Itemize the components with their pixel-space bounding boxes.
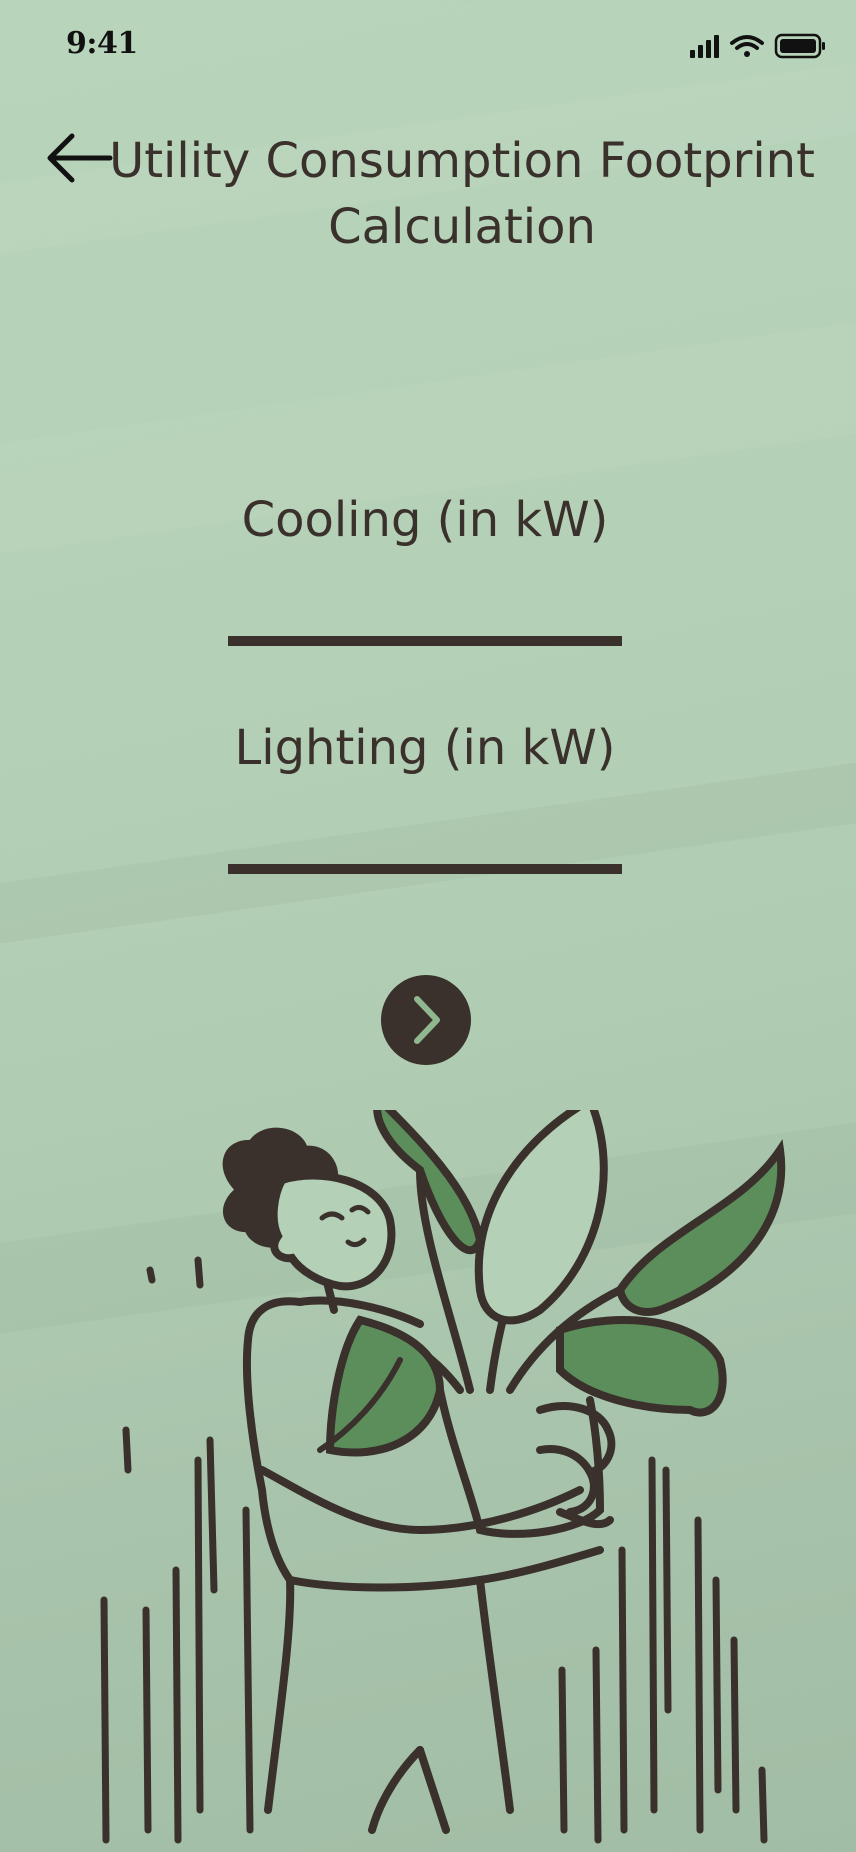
lighting-label: Lighting (in kW) [234,720,616,776]
next-button[interactable] [381,975,471,1065]
status-bar: 9:41 [0,0,856,96]
page-title: Utility Consumption Footprint Calculatio… [109,133,815,255]
status-time: 9:41 [66,26,138,61]
person-holding-plant-illustration [100,1110,786,1844]
cooling-input[interactable] [228,590,622,646]
chevron-right-icon [414,996,440,1044]
cooling-label: Cooling (in kW) [241,492,609,548]
wifi-icon [730,35,764,57]
status-icons [690,33,825,59]
signal-icon [690,35,719,58]
lighting-input[interactable] [228,818,622,874]
plant-leaves [317,1110,786,1457]
battery-icon [774,33,825,59]
